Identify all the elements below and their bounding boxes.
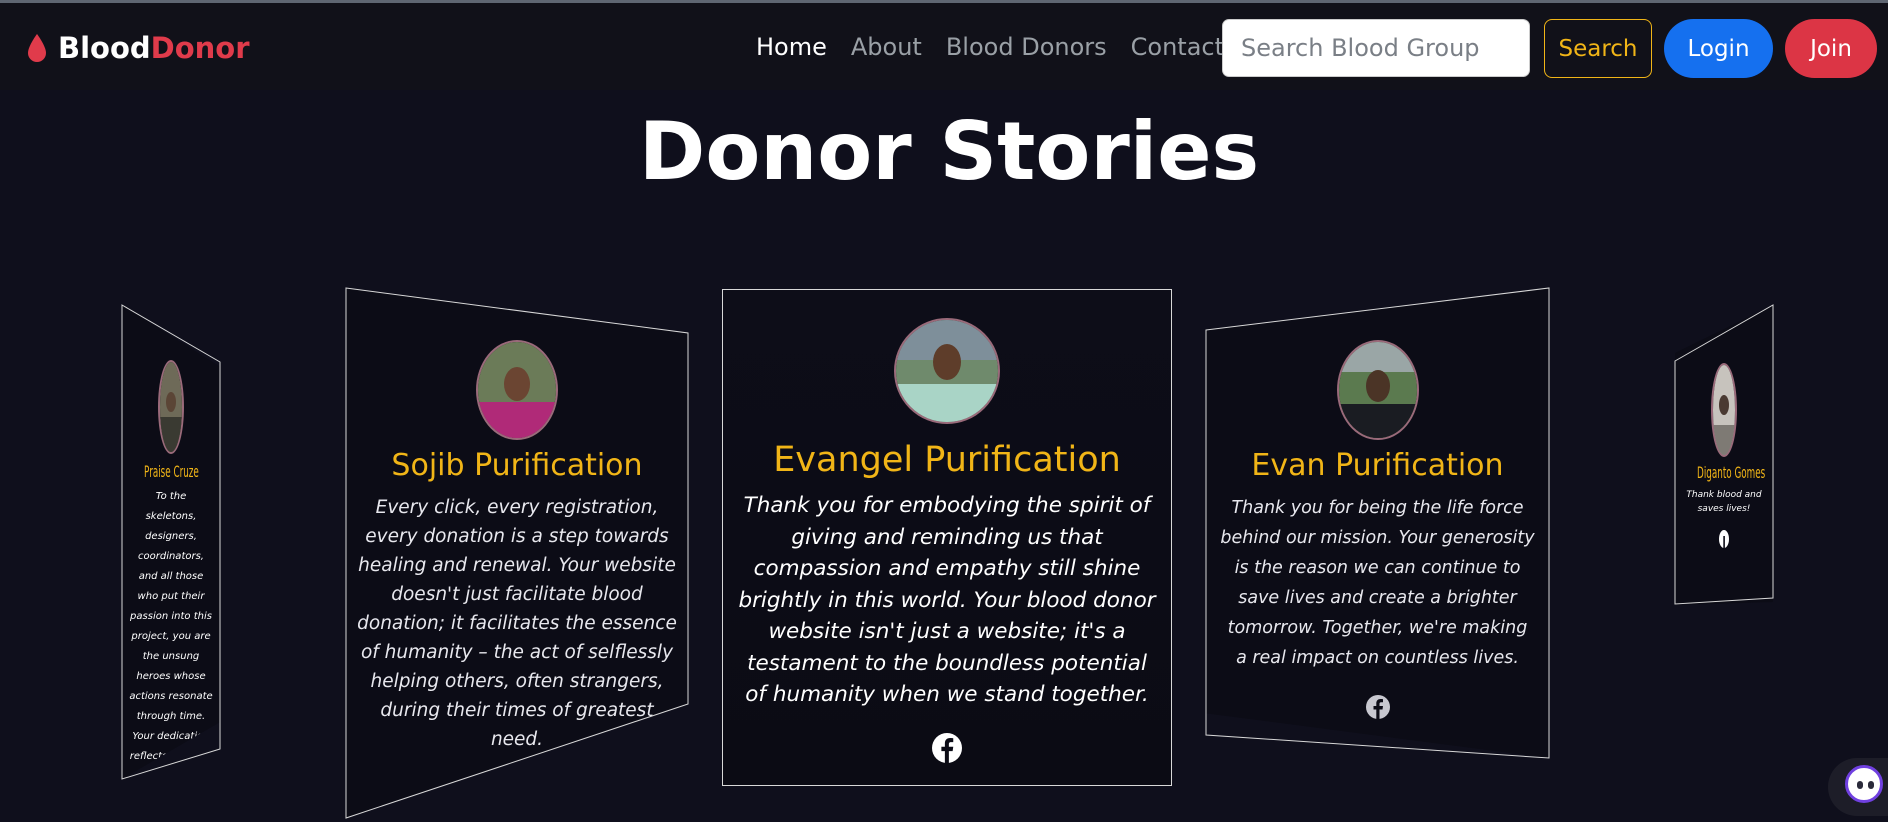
facebook-icon[interactable] (505, 776, 529, 800)
donor-name: Praise Cruze (144, 462, 199, 481)
story-card-right[interactable]: Evan Purification Thank you for being th… (1206, 288, 1549, 758)
donor-name: Evan Purification (1251, 448, 1504, 483)
facebook-icon[interactable] (1719, 530, 1729, 548)
donor-quote: Thank you for being the life force behin… (1220, 498, 1535, 668)
donor-stories-carousel: Praise Cruze To the skeletons, designers… (0, 0, 1888, 822)
donor-quote: Thank blood and saves lives! (1686, 490, 1762, 514)
donor-avatar (476, 340, 558, 440)
facebook-icon[interactable] (1365, 695, 1390, 719)
donor-name: Sojib Purification (391, 448, 643, 483)
donor-avatar (1336, 340, 1419, 440)
story-card-center[interactable]: Evangel Purification Thank you for embod… (722, 289, 1172, 786)
chat-assistant-icon[interactable] (1845, 765, 1883, 803)
donor-avatar (158, 360, 184, 454)
donor-name: Evangel Purification (773, 440, 1121, 480)
donor-avatar (1711, 363, 1737, 457)
story-card-far-right[interactable]: Diganto Gomes Thank blood and saves live… (1675, 305, 1773, 605)
donor-quote: To the skeletons, designers, coordinator… (129, 491, 213, 779)
story-card-left[interactable]: Sojib Purification Every click, every re… (346, 288, 688, 818)
story-card-far-left[interactable]: Praise Cruze To the skeletons, designers… (122, 305, 220, 779)
facebook-icon[interactable] (932, 732, 962, 763)
donor-quote: Thank you for embodying the spirit of gi… (738, 493, 1156, 707)
donor-name: Diganto Gomes (1697, 463, 1766, 482)
donor-quote: Every click, every registration, every d… (357, 497, 677, 750)
donor-avatar (894, 318, 1000, 424)
